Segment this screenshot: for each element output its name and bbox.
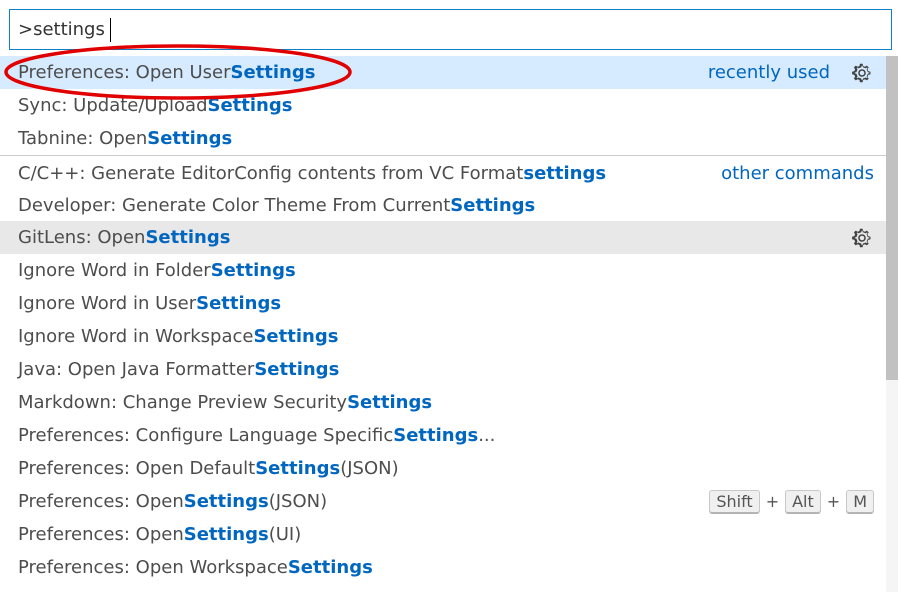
command-match: Settings bbox=[183, 491, 269, 512]
command-match: Settings bbox=[255, 458, 341, 479]
command-suffix: (UI) bbox=[268, 524, 302, 545]
command-label: Ignore Word in Workspace bbox=[18, 326, 254, 347]
command-label: Ignore Word in Folder bbox=[18, 260, 211, 281]
command-item-ignore-word-workspace-settings[interactable]: Ignore Word in Workspace Settings bbox=[0, 320, 886, 353]
command-item-gitlens-open-settings[interactable]: GitLens: Open Settings bbox=[0, 221, 886, 254]
command-label: Ignore Word in User bbox=[18, 293, 197, 314]
command-match: settings bbox=[523, 163, 607, 184]
command-suffix: (JSON) bbox=[268, 491, 328, 512]
command-label: Preferences: Open Default bbox=[18, 458, 256, 479]
command-item-preferences-workspace-settings[interactable]: Preferences: Open Workspace Settings bbox=[0, 551, 886, 584]
command-match: Settings bbox=[254, 359, 340, 380]
command-palette-search[interactable] bbox=[9, 9, 892, 50]
command-item-tabnine-open-settings[interactable]: Tabnine: Open Settings bbox=[0, 122, 886, 155]
command-suffix: (JSON) bbox=[340, 458, 399, 479]
command-suffix: ... bbox=[478, 425, 496, 446]
command-label: Preferences: Open bbox=[18, 524, 184, 545]
group-label-other-commands: other commands bbox=[721, 163, 874, 184]
command-item-markdown-preview-security-settings[interactable]: Markdown: Change Preview Security Settin… bbox=[0, 386, 886, 419]
command-item-developer-generate-color-theme[interactable]: Developer: Generate Color Theme From Cur… bbox=[0, 189, 886, 222]
command-item-preferences-language-specific-settings[interactable]: Preferences: Configure Language Specific… bbox=[0, 419, 886, 452]
gear-icon[interactable] bbox=[850, 61, 874, 85]
command-list: Preferences: Open User Settings recently… bbox=[0, 56, 886, 592]
scrollbar-thumb[interactable] bbox=[886, 56, 898, 380]
gear-icon[interactable] bbox=[850, 226, 874, 250]
command-item-java-open-formatter-settings[interactable]: Java: Open Java Formatter Settings bbox=[0, 353, 886, 386]
command-match: Settings bbox=[393, 425, 479, 446]
command-label: GitLens: Open bbox=[18, 227, 146, 248]
command-label: Markdown: Change Preview Security bbox=[18, 392, 348, 413]
command-match: Settings bbox=[196, 293, 282, 314]
command-label: Preferences: Configure Language Specific bbox=[18, 425, 394, 446]
command-match: Settings bbox=[253, 326, 339, 347]
command-label: Sync: Update/Upload bbox=[18, 95, 208, 116]
key-plus: + bbox=[826, 492, 841, 511]
command-item-preferences-settings-ui[interactable]: Preferences: Open Settings (UI) bbox=[0, 518, 886, 551]
command-match: Settings bbox=[230, 62, 316, 83]
command-item-ignore-word-user-settings[interactable]: Ignore Word in User Settings bbox=[0, 287, 886, 320]
command-label: Preferences: Open Workspace bbox=[18, 557, 288, 578]
command-label: C/C++: Generate EditorConfig contents fr… bbox=[18, 163, 524, 184]
command-label: Preferences: Open User bbox=[18, 62, 231, 83]
key-alt: Alt bbox=[785, 489, 821, 514]
group-separator bbox=[0, 155, 886, 156]
keybinding: Shift + Alt + M bbox=[709, 485, 874, 518]
command-item-preferences-default-settings-json[interactable]: Preferences: Open Default Settings (JSON… bbox=[0, 452, 886, 485]
key-plus: + bbox=[765, 492, 780, 511]
command-item-preferences-open-user-settings[interactable]: Preferences: Open User Settings recently… bbox=[0, 56, 886, 89]
command-match: Settings bbox=[207, 95, 293, 116]
command-search-input[interactable] bbox=[10, 10, 891, 49]
group-label-recently-used: recently used bbox=[707, 62, 830, 83]
command-label: Preferences: Open bbox=[18, 491, 184, 512]
command-item-sync-update-upload-settings[interactable]: Sync: Update/Upload Settings bbox=[0, 89, 886, 122]
command-match: Settings bbox=[347, 392, 433, 413]
command-match: Settings bbox=[183, 524, 269, 545]
command-item-meta: recently used bbox=[708, 56, 874, 89]
command-match: Settings bbox=[450, 195, 536, 216]
command-match: Settings bbox=[287, 557, 373, 578]
command-label: Java: Open Java Formatter bbox=[18, 359, 255, 380]
command-item-cpp-generate-editorconfig[interactable]: C/C++: Generate EditorConfig contents fr… bbox=[0, 157, 886, 190]
command-label: Tabnine: Open bbox=[18, 128, 148, 149]
text-cursor bbox=[110, 18, 111, 42]
command-item-ignore-word-folder-settings[interactable]: Ignore Word in Folder Settings bbox=[0, 254, 886, 287]
command-match: Settings bbox=[145, 227, 231, 248]
command-match: Settings bbox=[210, 260, 296, 281]
command-item-meta bbox=[850, 221, 874, 254]
key-shift: Shift bbox=[709, 489, 760, 514]
command-label: Developer: Generate Color Theme From Cur… bbox=[18, 195, 451, 216]
key-m: M bbox=[846, 489, 874, 514]
command-match: Settings bbox=[147, 128, 233, 149]
command-item-preferences-settings-json[interactable]: Preferences: Open Settings (JSON) Shift … bbox=[0, 485, 886, 518]
command-item-meta: other commands bbox=[721, 157, 874, 190]
